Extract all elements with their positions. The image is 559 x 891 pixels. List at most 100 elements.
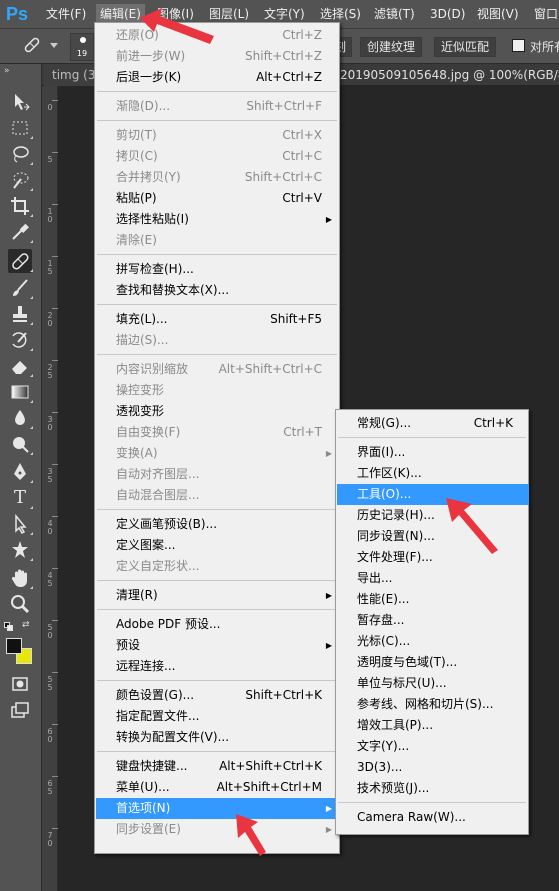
create-texture-button[interactable]: 创建纹理	[360, 37, 423, 57]
edit-menu-item[interactable]: 填充(L)... Shift+F5	[96, 309, 340, 330]
prefs-menu-item[interactable]: 同步设置(N)...	[337, 526, 529, 547]
edit-menu-item[interactable]: 键盘快捷键... Alt+Shift+Ctrl+K	[96, 756, 340, 777]
swap-colors-icon[interactable]: ⇄	[22, 620, 30, 630]
tab-active-document[interactable]: 20190509105648.jpg @ 100%(RGB/8#)	[332, 64, 559, 86]
edit-menu-item[interactable]: 后退一步(K) Alt+Ctrl+Z	[96, 67, 340, 88]
prefs-menu-item-label: 性能(E)...	[357, 592, 410, 606]
hand-tool-icon[interactable]	[8, 566, 33, 590]
prefs-menu-item[interactable]: 参考线、网格和切片(S)...	[337, 694, 529, 715]
proximity-match-button[interactable]: 近似匹配	[434, 37, 497, 57]
edit-menu-item-shortcut: Alt+Shift+Ctrl+C	[218, 362, 322, 376]
quick-selection-tool-icon[interactable]	[8, 168, 33, 192]
prefs-menu-item[interactable]: 光标(C)...	[337, 631, 529, 652]
prefs-menu-item-label: Camera Raw(W)...	[357, 810, 466, 824]
menu-view[interactable]: 视图(V)	[473, 4, 523, 24]
menu-filter[interactable]: 滤镜(T)	[370, 4, 419, 24]
prefs-menu-item[interactable]: 工作区(K)...	[337, 463, 529, 484]
prefs-menu-item[interactable]: 增效工具(P)...	[337, 715, 529, 736]
edit-menu-item-label: 渐隐(D)...	[116, 99, 171, 113]
edit-menu-item-label: 清理(R)	[116, 588, 158, 602]
type-tool-icon[interactable]: T	[8, 486, 33, 510]
marquee-tool-icon[interactable]	[8, 116, 33, 140]
prefs-menu-item[interactable]: 性能(E)...	[337, 589, 529, 610]
gradient-tool-icon[interactable]	[8, 380, 33, 404]
menu-select[interactable]: 选择(S)	[316, 4, 365, 24]
menu-file[interactable]: 文件(F)	[42, 4, 90, 24]
edit-menu-item[interactable]: 菜单(U)... Alt+Shift+Ctrl+M	[96, 777, 340, 798]
edit-menu-item[interactable]: 定义图案...	[96, 535, 340, 556]
edit-menu-item[interactable]: 远程连接...	[96, 656, 340, 677]
chevron-down-icon[interactable]	[50, 43, 58, 48]
edit-menu-item[interactable]: 粘贴(P) Ctrl+V	[96, 188, 340, 209]
edit-menu-item[interactable]: 查找和替换文本(X)...	[96, 280, 340, 301]
prefs-menu-item[interactable]: 文字(Y)...	[337, 736, 529, 757]
prefs-menu-item[interactable]: 工具(O)...	[337, 484, 529, 505]
vertical-ruler: 0 5 1 0 1 5 2 0 2 5 3 0 3 5 4 0 4 5 5 0 5 5 6 0 6 5 7 …	[42, 86, 58, 891]
prefs-menu-item[interactable]: Camera Raw(W)...	[337, 807, 529, 828]
prefs-menu-item[interactable]: 技术预览(J)...	[337, 778, 529, 799]
path-selection-tool-icon[interactable]	[8, 512, 33, 536]
quick-mask-icon[interactable]	[8, 672, 32, 696]
spot-healing-brush-tool-icon[interactable]	[8, 249, 33, 273]
screen-mode-icon[interactable]	[8, 698, 32, 722]
prefs-menu-item-label: 透明度与色域(T)...	[357, 655, 458, 669]
brush-size-picker[interactable]: 19	[70, 33, 94, 61]
default-colors-icon[interactable]	[4, 622, 13, 631]
lasso-tool-icon[interactable]	[8, 142, 33, 166]
menu-image[interactable]: 图像(I)	[153, 4, 198, 24]
edit-menu-item: 自由变换(F) Ctrl+T	[96, 422, 340, 443]
edit-menu-item[interactable]: 指定配置文件...	[96, 706, 340, 727]
prefs-menu-item[interactable]: 3D(3)...	[337, 757, 529, 778]
prefs-menu-item[interactable]: 界面(I)...	[337, 442, 529, 463]
sample-all-layers-checkbox[interactable]	[512, 39, 525, 52]
prefs-menu-item[interactable]: 常规(G)... Ctrl+K	[337, 413, 529, 434]
eraser-tool-icon[interactable]	[8, 354, 33, 378]
menu-3d[interactable]: 3D(D)	[426, 4, 469, 24]
dodge-tool-icon[interactable]	[8, 432, 33, 456]
edit-menu-item[interactable]: 透视变形	[96, 401, 340, 422]
menu-layer[interactable]: 图层(L)	[205, 4, 253, 24]
edit-menu-item[interactable]: 转换为配置文件(V)...	[96, 727, 340, 748]
custom-shape-tool-icon[interactable]	[8, 538, 33, 562]
brush-tool-icon[interactable]	[8, 276, 33, 300]
edit-menu-item[interactable]: Adobe PDF 预设...	[96, 614, 340, 635]
menu-edit[interactable]: 编辑(E)	[96, 4, 145, 24]
edit-menu-item-shortcut: Shift+Ctrl+Z	[245, 49, 322, 63]
edit-menu-item[interactable]: 预设 ▶	[96, 635, 340, 656]
healing-brush-tool-preset-icon[interactable]	[20, 34, 44, 58]
prefs-menu-item[interactable]: 透明度与色域(T)...	[337, 652, 529, 673]
menu-separator	[97, 120, 337, 121]
edit-menu-item[interactable]: 选择性粘贴(I) ▶	[96, 209, 340, 230]
eyedropper-tool-icon[interactable]	[8, 220, 33, 244]
collapse-icon[interactable]: »	[4, 66, 10, 76]
menu-window[interactable]: 窗口	[530, 4, 559, 24]
submenu-arrow-icon: ▶	[325, 591, 332, 600]
edit-menu-item[interactable]: 拼写检查(H)...	[96, 259, 340, 280]
crop-tool-icon[interactable]	[8, 194, 33, 218]
clone-stamp-tool-icon[interactable]	[8, 302, 33, 326]
pen-tool-icon[interactable]	[8, 460, 33, 484]
foreground-color-swatch[interactable]	[6, 638, 22, 654]
prefs-menu-item[interactable]: 文件处理(F)...	[337, 547, 529, 568]
prefs-menu-item[interactable]: 暂存盘...	[337, 610, 529, 631]
edit-menu-item-label: 自动对齐图层...	[116, 467, 200, 481]
blur-tool-icon[interactable]	[8, 406, 33, 430]
ruler-label: 0	[47, 103, 53, 112]
move-tool-icon[interactable]	[8, 90, 32, 114]
prefs-menu-item[interactable]: 历史记录(H)...	[337, 505, 529, 526]
edit-menu-item[interactable]: 定义画笔预设(B)...	[96, 514, 340, 535]
edit-menu-item[interactable]: 首选项(N) ▶	[96, 798, 340, 819]
history-brush-tool-icon[interactable]	[8, 328, 33, 352]
edit-menu-item[interactable]: 清理(R) ▶	[96, 585, 340, 606]
edit-menu-item: 拷贝(C) Ctrl+C	[96, 146, 340, 167]
prefs-menu-item[interactable]: 单位与标尺(U)...	[337, 673, 529, 694]
prefs-menu-item[interactable]: 导出...	[337, 568, 529, 589]
edit-menu-item-label: 拼写检查(H)...	[116, 262, 194, 276]
edit-menu-item[interactable]: 颜色设置(G)... Shift+Ctrl+K	[96, 685, 340, 706]
prefs-menu-item-label: 技术预览(J)...	[357, 781, 430, 795]
ruler-label: 6 5	[47, 779, 53, 796]
edit-menu-item-label: 自动混合图层...	[116, 488, 200, 502]
menu-separator	[97, 254, 337, 255]
menu-type[interactable]: 文字(Y)	[260, 4, 309, 24]
zoom-tool-icon[interactable]	[8, 592, 32, 616]
